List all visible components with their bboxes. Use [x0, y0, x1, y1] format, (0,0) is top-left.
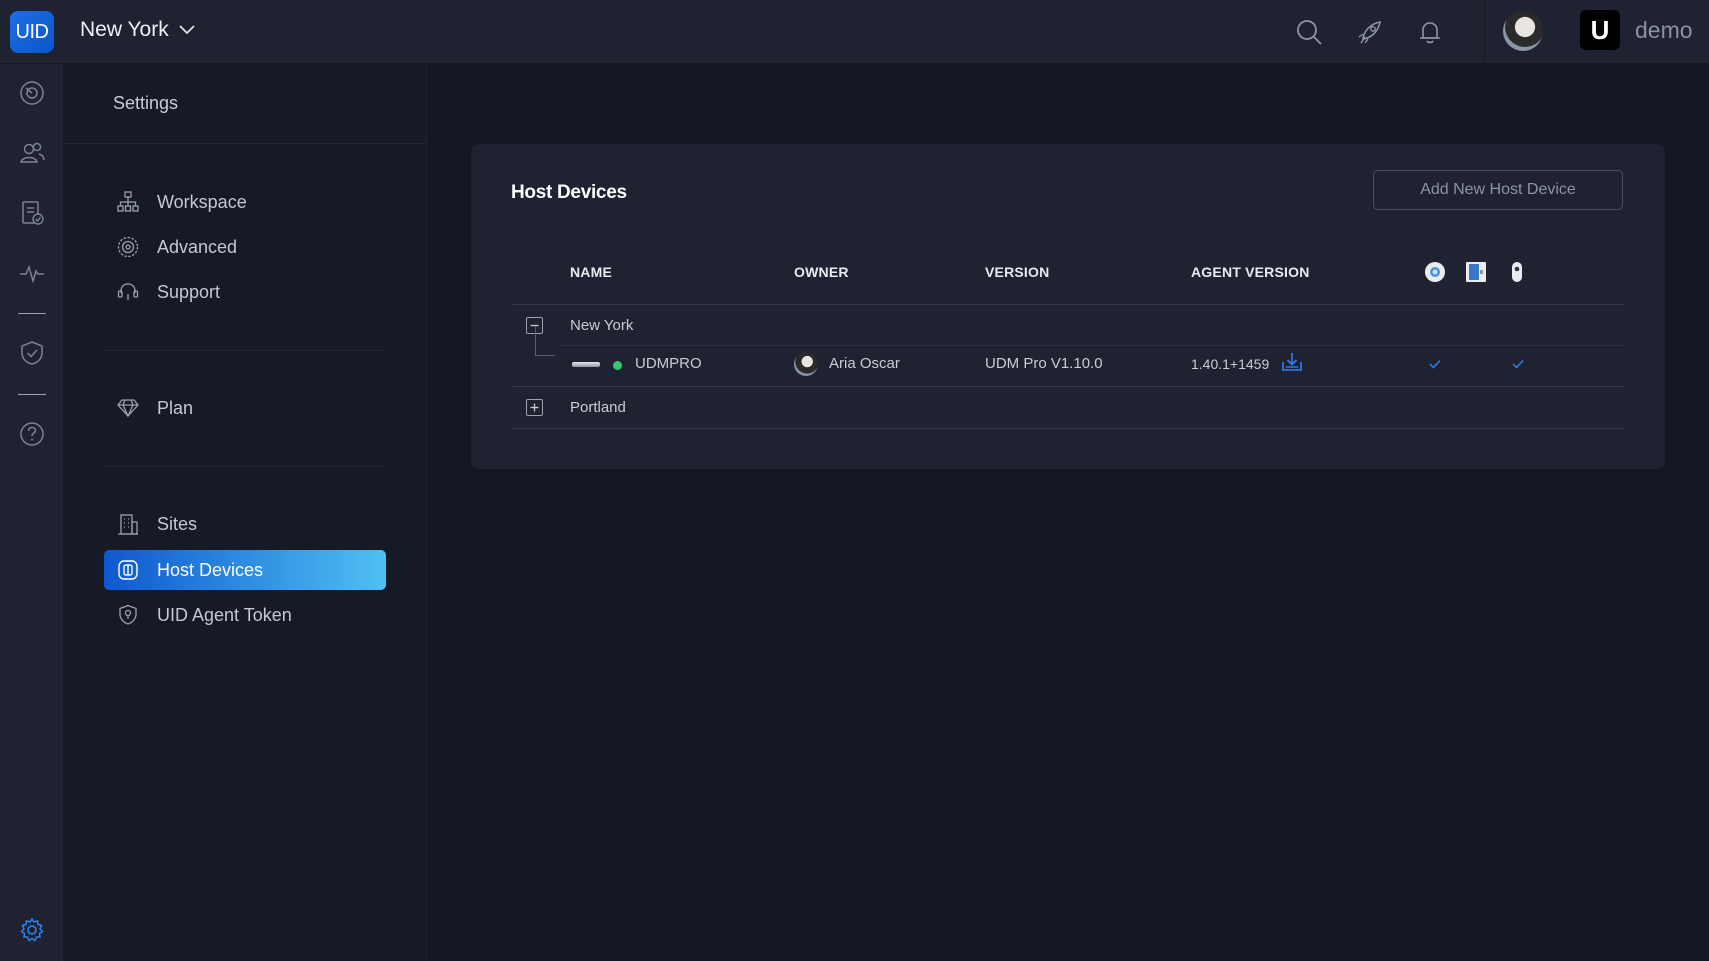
shield-key-icon	[115, 602, 141, 628]
device-version: UDM Pro V1.10.0	[985, 355, 1103, 372]
user-avatar[interactable]	[1503, 11, 1543, 51]
camera-icon	[1425, 262, 1445, 282]
menu-item-support[interactable]: Support	[104, 272, 386, 312]
owner-avatar	[794, 352, 818, 376]
column-header-agent-version[interactable]: AGENT VERSION	[1191, 264, 1310, 280]
expand-group-button[interactable]	[526, 399, 543, 416]
plus-icon	[530, 403, 539, 412]
brand-name[interactable]: demo	[1635, 17, 1693, 44]
device-name[interactable]: UDMPRO	[635, 355, 702, 372]
download-update-icon[interactable]	[1280, 350, 1304, 374]
menu-label: Advanced	[157, 236, 238, 257]
building-icon	[115, 511, 141, 537]
column-header-name[interactable]: NAME	[570, 264, 612, 280]
help-icon[interactable]	[19, 421, 45, 447]
menu-item-host-devices[interactable]: Host Devices	[104, 550, 386, 590]
menu-divider	[104, 466, 386, 467]
menu-label: Host Devices	[157, 559, 264, 580]
reports-icon[interactable]	[19, 200, 45, 226]
check-icon	[1512, 359, 1524, 369]
menu-divider	[104, 350, 386, 351]
menu-item-workspace[interactable]: Workspace	[104, 182, 386, 222]
tree-connector	[535, 326, 536, 356]
menu-item-agent-token[interactable]: UID Agent Token	[104, 595, 386, 635]
settings-gear-icon[interactable]	[19, 917, 45, 943]
table-divider	[511, 304, 1625, 305]
tree-connector	[535, 355, 555, 356]
search-icon[interactable]	[1294, 17, 1324, 47]
row-divider	[559, 345, 1625, 346]
menu-label: Workspace	[157, 191, 247, 212]
settings-panel: Settings Workspace Advanced Support Plan…	[64, 64, 427, 961]
menu-label: UID Agent Token	[157, 604, 292, 625]
menu-item-sites[interactable]: Sites	[104, 504, 386, 544]
menu-item-advanced[interactable]: Advanced	[104, 227, 386, 267]
advanced-gear-icon	[115, 234, 141, 260]
column-header-version[interactable]: VERSION	[985, 264, 1049, 280]
users-icon[interactable]	[19, 140, 45, 166]
site-selector[interactable]: New York	[80, 18, 195, 42]
menu-label: Plan	[157, 397, 194, 418]
topbar-divider	[1484, 0, 1485, 63]
menu-item-plan[interactable]: Plan	[104, 388, 386, 428]
chevron-down-icon	[179, 25, 195, 35]
brand-logo[interactable]: U	[1580, 10, 1620, 50]
activity-icon[interactable]	[19, 260, 45, 286]
group-label-portland[interactable]: Portland	[570, 399, 626, 416]
menu-label: Sites	[157, 513, 198, 534]
column-header-owner[interactable]: OWNER	[794, 264, 849, 280]
site-selector-label: New York	[80, 18, 169, 41]
device-agent-version: 1.40.1+1459	[1191, 356, 1270, 372]
row-divider	[511, 386, 1625, 387]
rail-divider	[18, 394, 46, 395]
hierarchy-icon	[115, 189, 141, 215]
intercom-icon	[1512, 262, 1522, 282]
door-access-icon	[1466, 262, 1486, 282]
row-divider	[511, 428, 1625, 429]
group-label-new-york[interactable]: New York	[570, 317, 633, 334]
online-status-dot	[613, 361, 622, 370]
add-host-device-button[interactable]: Add New Host Device	[1373, 170, 1623, 210]
top-bar: UID New York U demo	[0, 0, 1709, 64]
settings-header-divider	[64, 143, 426, 144]
shield-icon[interactable]	[19, 340, 45, 366]
check-icon	[1429, 359, 1441, 369]
host-device-icon	[115, 557, 141, 583]
headset-icon	[115, 279, 141, 305]
settings-title: Settings	[113, 93, 179, 113]
page-title: Host Devices	[511, 182, 627, 203]
rocket-icon[interactable]	[1355, 17, 1385, 47]
diamond-icon	[115, 395, 141, 421]
app-logo[interactable]: UID	[10, 11, 54, 53]
bell-icon[interactable]	[1415, 17, 1445, 47]
left-rail	[0, 64, 64, 961]
udm-pro-device-icon	[572, 362, 600, 367]
menu-label: Support	[157, 281, 221, 302]
host-devices-card: Host Devices Add New Host Device NAME OW…	[471, 144, 1665, 469]
device-owner: Aria Oscar	[829, 355, 900, 372]
rail-divider	[18, 313, 46, 314]
dashboard-icon[interactable]	[19, 80, 45, 106]
